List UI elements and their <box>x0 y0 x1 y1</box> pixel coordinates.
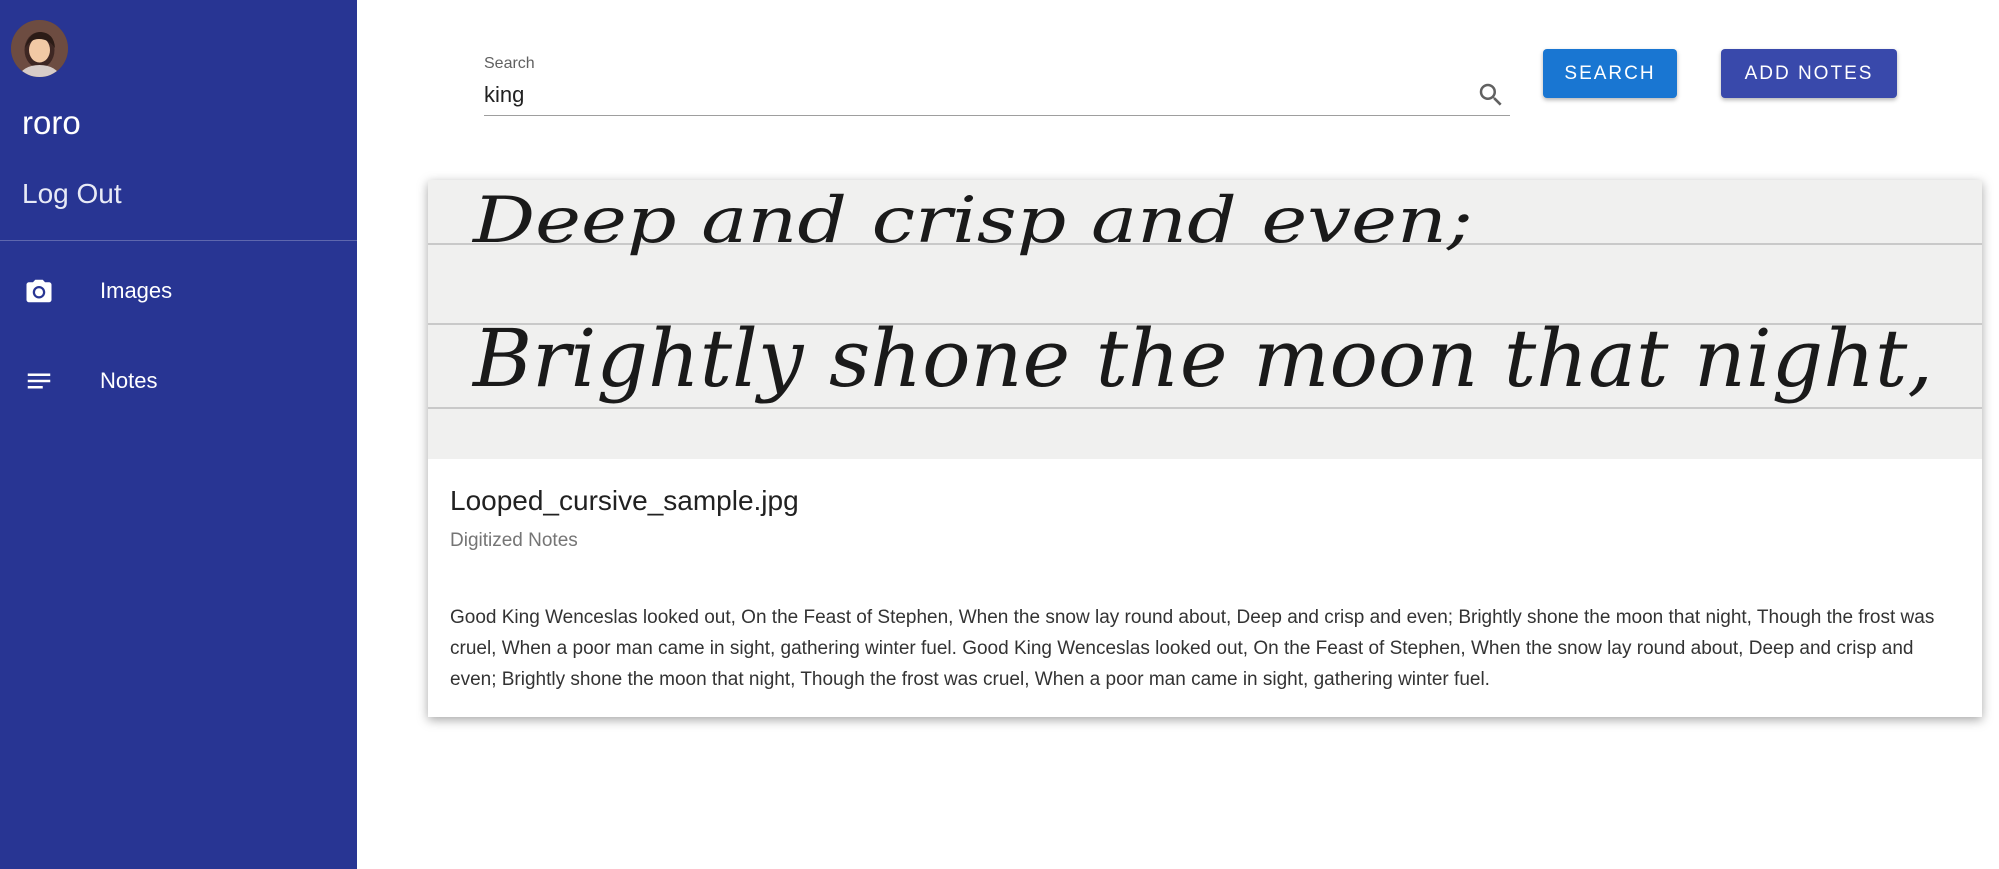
sidebar-item-images[interactable]: Images <box>0 261 357 321</box>
search-label: Search <box>484 55 535 72</box>
search-icon[interactable] <box>1476 80 1506 110</box>
sidebar: roro Log Out Images Notes <box>0 0 357 869</box>
search-field: Search <box>484 50 1510 118</box>
note-image: Deep and crisp and even; Brightly shone … <box>428 180 1982 459</box>
sidebar-item-label: Images <box>100 278 173 303</box>
search-button[interactable]: SEARCH <box>1543 49 1677 98</box>
search-underline <box>484 115 1510 116</box>
handwriting-line-1: Deep and crisp and even; <box>472 184 1473 258</box>
note-card[interactable]: Deep and crisp and even; Brightly shone … <box>428 180 1982 717</box>
handwriting-line-2: Brightly shone the moon that night, <box>471 312 1933 405</box>
sidebar-divider <box>0 240 357 241</box>
sidebar-item-label: Notes <box>100 368 158 393</box>
avatar[interactable] <box>11 20 68 77</box>
note-title: Looped_cursive_sample.jpg <box>450 485 799 516</box>
notes-icon <box>24 366 54 396</box>
camera-icon <box>24 276 54 306</box>
username: roro <box>22 104 81 141</box>
search-input[interactable] <box>484 78 1464 112</box>
avatar-photo <box>11 20 68 77</box>
sidebar-item-notes[interactable]: Notes <box>0 351 357 411</box>
add-notes-button[interactable]: ADD NOTES <box>1721 49 1897 98</box>
note-text: Good King Wenceslas looked out, On the F… <box>450 607 1935 690</box>
logout-link[interactable]: Log Out <box>22 178 122 210</box>
note-subtitle: Digitized Notes <box>450 530 578 551</box>
